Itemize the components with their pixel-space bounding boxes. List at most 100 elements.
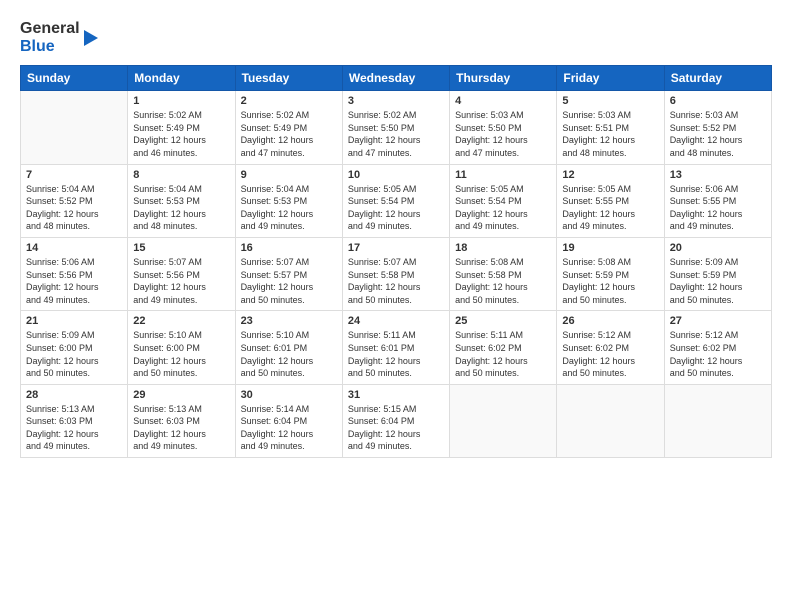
day-number: 11 (455, 169, 551, 181)
day-info: Sunrise: 5:05 AM Sunset: 5:54 PM Dayligh… (348, 183, 444, 233)
day-number: 2 (241, 95, 337, 107)
calendar-cell: 25 Sunrise: 5:11 AM Sunset: 6:02 PM Dayli… (450, 311, 557, 384)
col-header-friday: Friday (557, 66, 664, 91)
logo-triangle-icon (82, 22, 100, 54)
week-row-5: 28 Sunrise: 5:13 AM Sunset: 6:03 PM Dayli… (21, 384, 772, 457)
logo-general: General (20, 20, 80, 38)
day-number: 14 (26, 242, 122, 254)
calendar-cell: 6 Sunrise: 5:03 AM Sunset: 5:52 PM Daylig… (664, 91, 771, 164)
day-number: 1 (133, 95, 229, 107)
day-number: 27 (670, 315, 766, 327)
day-info: Sunrise: 5:05 AM Sunset: 5:55 PM Dayligh… (562, 183, 658, 233)
week-row-2: 7Sunrise: 5:04 AM Sunset: 5:52 PM Daylig… (21, 164, 772, 237)
calendar-cell: 20 Sunrise: 5:09 AM Sunset: 5:59 PM Dayli… (664, 237, 771, 310)
calendar-cell: 1 Sunrise: 5:02 AM Sunset: 5:49 PM Daylig… (128, 91, 235, 164)
calendar-cell: 31Sunrise: 5:15 AM Sunset: 6:04 PM Dayli… (342, 384, 449, 457)
day-number: 6 (670, 95, 766, 107)
day-info: Sunrise: 5:04 AM Sunset: 5:53 PM Dayligh… (133, 183, 229, 233)
day-info: Sunrise: 5:09 AM Sunset: 6:00 PM Dayligh… (26, 329, 122, 379)
day-info: Sunrise: 5:14 AM Sunset: 6:04 PM Dayligh… (241, 403, 337, 453)
page-header: GeneralBlue (20, 20, 772, 55)
calendar-cell: 14 Sunrise: 5:06 AM Sunset: 5:56 PM Dayli… (21, 237, 128, 310)
calendar-cell: 2 Sunrise: 5:02 AM Sunset: 5:49 PM Daylig… (235, 91, 342, 164)
col-header-monday: Monday (128, 66, 235, 91)
day-number: 20 (670, 242, 766, 254)
day-number: 22 (133, 315, 229, 327)
calendar-cell: 7Sunrise: 5:04 AM Sunset: 5:52 PM Daylig… (21, 164, 128, 237)
day-info: Sunrise: 5:15 AM Sunset: 6:04 PM Dayligh… (348, 403, 444, 453)
calendar-cell (450, 384, 557, 457)
calendar-table: SundayMondayTuesdayWednesdayThursdayFrid… (20, 65, 772, 458)
day-number: 8 (133, 169, 229, 181)
day-number: 21 (26, 315, 122, 327)
day-number: 23 (241, 315, 337, 327)
calendar-cell: 9 Sunrise: 5:04 AM Sunset: 5:53 PM Daylig… (235, 164, 342, 237)
calendar-cell (21, 91, 128, 164)
calendar-cell: 22Sunrise: 5:10 AM Sunset: 6:00 PM Dayli… (128, 311, 235, 384)
day-info: Sunrise: 5:02 AM Sunset: 5:50 PM Dayligh… (348, 109, 444, 159)
day-info: Sunrise: 5:12 AM Sunset: 6:02 PM Dayligh… (670, 329, 766, 379)
day-number: 29 (133, 389, 229, 401)
week-row-3: 14 Sunrise: 5:06 AM Sunset: 5:56 PM Dayli… (21, 237, 772, 310)
calendar-cell (664, 384, 771, 457)
day-number: 13 (670, 169, 766, 181)
day-info: Sunrise: 5:11 AM Sunset: 6:02 PM Dayligh… (455, 329, 551, 379)
day-info: Sunrise: 5:08 AM Sunset: 5:59 PM Dayligh… (562, 256, 658, 306)
day-number: 4 (455, 95, 551, 107)
calendar-cell: 18 Sunrise: 5:08 AM Sunset: 5:58 PM Dayli… (450, 237, 557, 310)
day-number: 10 (348, 169, 444, 181)
calendar-cell: 4 Sunrise: 5:03 AM Sunset: 5:50 PM Daylig… (450, 91, 557, 164)
day-number: 18 (455, 242, 551, 254)
day-info: Sunrise: 5:07 AM Sunset: 5:58 PM Dayligh… (348, 256, 444, 306)
day-number: 28 (26, 389, 122, 401)
calendar-cell: 30 Sunrise: 5:14 AM Sunset: 6:04 PM Dayli… (235, 384, 342, 457)
day-info: Sunrise: 5:02 AM Sunset: 5:49 PM Dayligh… (241, 109, 337, 159)
day-info: Sunrise: 5:03 AM Sunset: 5:51 PM Dayligh… (562, 109, 658, 159)
day-info: Sunrise: 5:04 AM Sunset: 5:53 PM Dayligh… (241, 183, 337, 233)
calendar-cell: 5 Sunrise: 5:03 AM Sunset: 5:51 PM Daylig… (557, 91, 664, 164)
day-info: Sunrise: 5:02 AM Sunset: 5:49 PM Dayligh… (133, 109, 229, 159)
logo: GeneralBlue (20, 20, 100, 55)
calendar-cell: 27 Sunrise: 5:12 AM Sunset: 6:02 PM Dayli… (664, 311, 771, 384)
day-number: 30 (241, 389, 337, 401)
day-number: 7 (26, 169, 122, 181)
day-number: 15 (133, 242, 229, 254)
day-number: 24 (348, 315, 444, 327)
logo-blue: Blue (20, 38, 80, 56)
day-number: 5 (562, 95, 658, 107)
calendar-cell: 21 Sunrise: 5:09 AM Sunset: 6:00 PM Dayli… (21, 311, 128, 384)
calendar-cell: 23Sunrise: 5:10 AM Sunset: 6:01 PM Dayli… (235, 311, 342, 384)
day-info: Sunrise: 5:06 AM Sunset: 5:56 PM Dayligh… (26, 256, 122, 306)
day-info: Sunrise: 5:13 AM Sunset: 6:03 PM Dayligh… (26, 403, 122, 453)
week-row-4: 21 Sunrise: 5:09 AM Sunset: 6:00 PM Dayli… (21, 311, 772, 384)
day-info: Sunrise: 5:03 AM Sunset: 5:50 PM Dayligh… (455, 109, 551, 159)
calendar-cell: 16Sunrise: 5:07 AM Sunset: 5:57 PM Dayli… (235, 237, 342, 310)
col-header-tuesday: Tuesday (235, 66, 342, 91)
calendar-cell: 11Sunrise: 5:05 AM Sunset: 5:54 PM Dayli… (450, 164, 557, 237)
day-number: 19 (562, 242, 658, 254)
day-info: Sunrise: 5:03 AM Sunset: 5:52 PM Dayligh… (670, 109, 766, 159)
calendar-cell: 26 Sunrise: 5:12 AM Sunset: 6:02 PM Dayli… (557, 311, 664, 384)
calendar-cell: 12 Sunrise: 5:05 AM Sunset: 5:55 PM Dayli… (557, 164, 664, 237)
calendar-cell: 28 Sunrise: 5:13 AM Sunset: 6:03 PM Dayli… (21, 384, 128, 457)
logo-text-block: GeneralBlue (20, 20, 80, 55)
day-info: Sunrise: 5:09 AM Sunset: 5:59 PM Dayligh… (670, 256, 766, 306)
calendar-cell: 3 Sunrise: 5:02 AM Sunset: 5:50 PM Daylig… (342, 91, 449, 164)
col-header-thursday: Thursday (450, 66, 557, 91)
day-info: Sunrise: 5:11 AM Sunset: 6:01 PM Dayligh… (348, 329, 444, 379)
day-info: Sunrise: 5:08 AM Sunset: 5:58 PM Dayligh… (455, 256, 551, 306)
day-number: 16 (241, 242, 337, 254)
day-info: Sunrise: 5:12 AM Sunset: 6:02 PM Dayligh… (562, 329, 658, 379)
day-number: 26 (562, 315, 658, 327)
week-row-1: 1 Sunrise: 5:02 AM Sunset: 5:49 PM Daylig… (21, 91, 772, 164)
day-info: Sunrise: 5:06 AM Sunset: 5:55 PM Dayligh… (670, 183, 766, 233)
day-number: 3 (348, 95, 444, 107)
day-info: Sunrise: 5:07 AM Sunset: 5:56 PM Dayligh… (133, 256, 229, 306)
calendar-cell: 10 Sunrise: 5:05 AM Sunset: 5:54 PM Dayli… (342, 164, 449, 237)
calendar-cell: 13 Sunrise: 5:06 AM Sunset: 5:55 PM Dayli… (664, 164, 771, 237)
day-number: 25 (455, 315, 551, 327)
day-number: 9 (241, 169, 337, 181)
calendar-cell: 29Sunrise: 5:13 AM Sunset: 6:03 PM Dayli… (128, 384, 235, 457)
day-number: 12 (562, 169, 658, 181)
calendar-header-row: SundayMondayTuesdayWednesdayThursdayFrid… (21, 66, 772, 91)
